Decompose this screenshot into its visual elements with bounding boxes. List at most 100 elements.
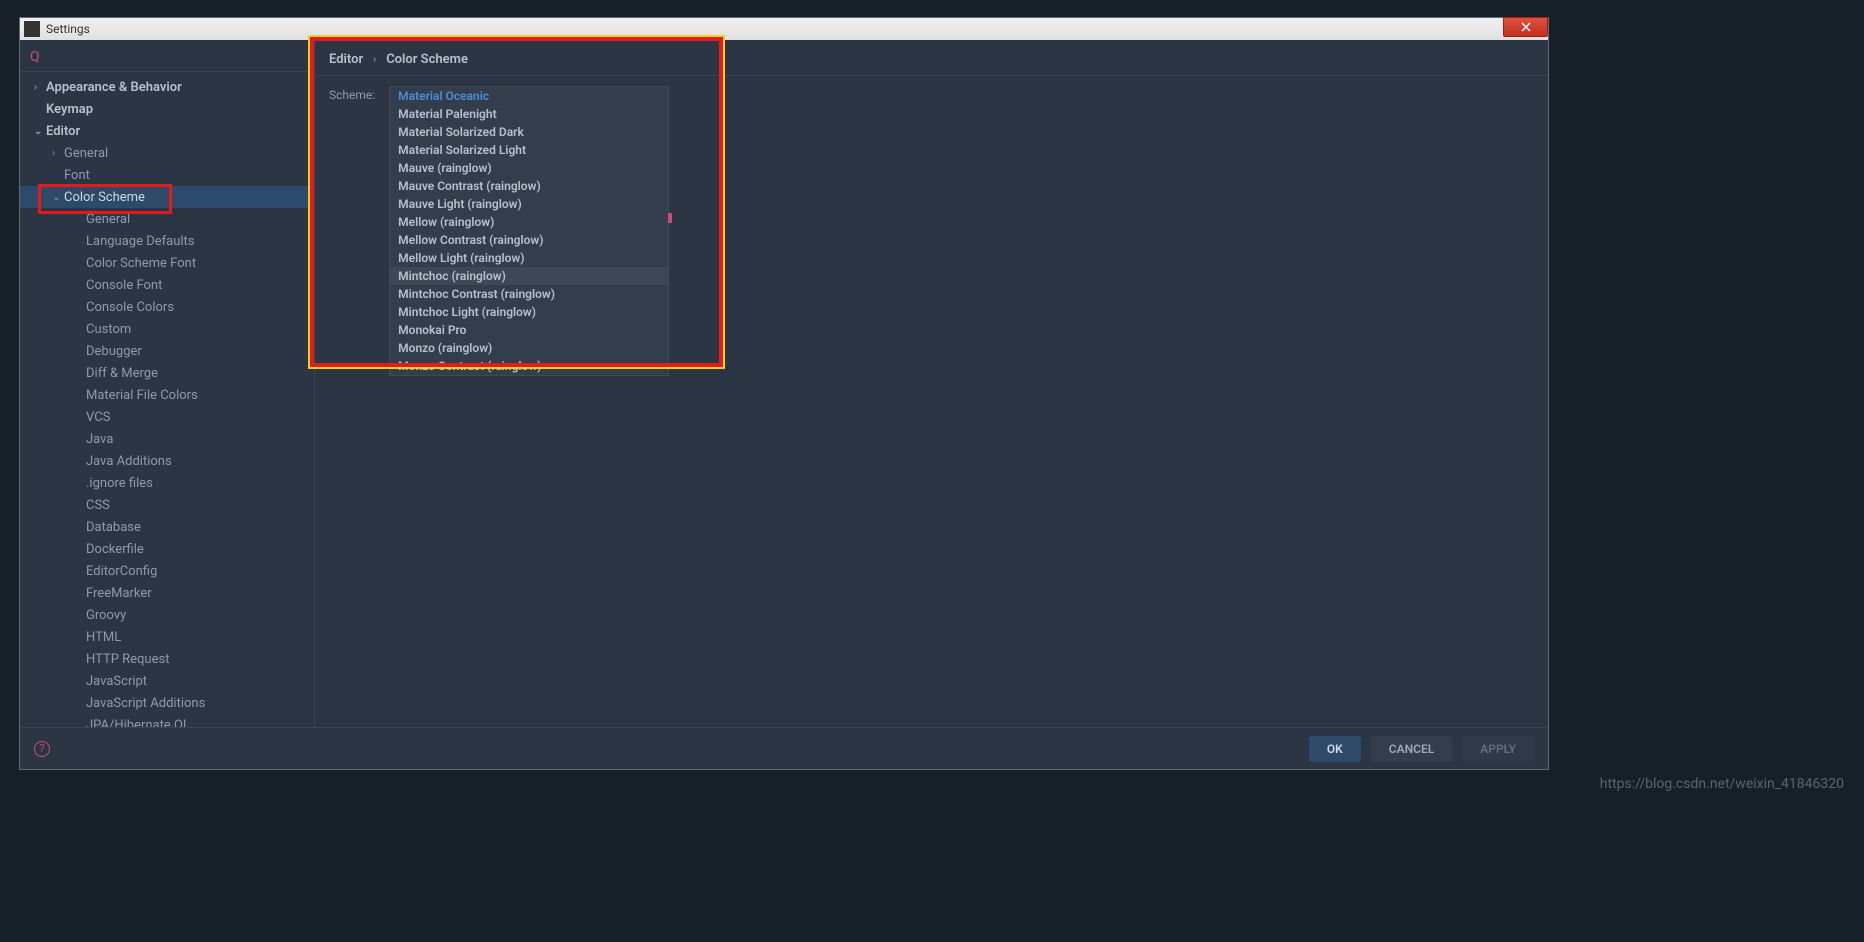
ok-button[interactable]: OK [1309,736,1361,762]
tree-item-label: General [64,146,108,161]
tree-item-label: Debugger [86,344,142,359]
chevron-right-icon: › [52,148,64,159]
breadcrumb-part: Color Scheme [386,52,468,67]
tree-item-label: JavaScript [86,674,147,689]
tree-item[interactable]: Material File Colors [20,384,314,406]
tree-item[interactable]: Console Colors [20,296,314,318]
footer-buttons: OK CANCEL APPLY [1309,736,1534,762]
scheme-option[interactable]: Mauve Contrast (rainglow) [390,177,668,195]
scheme-option[interactable]: Monzo Contrast (rainglow) [390,357,668,375]
window-title: Settings [46,22,90,36]
tree-item[interactable]: Java [20,428,314,450]
tree-item-label: Keymap [46,102,93,117]
scheme-option[interactable]: Mauve Light (rainglow) [390,195,668,213]
dialog-body: Q ›Appearance & BehaviorKeymap⌄Editor›Ge… [20,40,1548,730]
tree-item-label: HTML [86,630,121,645]
tree-item[interactable]: VCS [20,406,314,428]
tree-item-label: JavaScript Additions [86,696,205,711]
tree-item-label: EditorConfig [86,564,157,579]
tree-item-label: Groovy [86,608,126,623]
tree-item[interactable]: ›Appearance & Behavior [20,76,314,98]
settings-dialog: Settings Q ›Appearance & BehaviorKeymap⌄… [19,17,1549,770]
close-button[interactable] [1503,17,1548,37]
scheme-option[interactable]: Mellow (rainglow) [390,213,668,231]
app-icon [24,21,40,37]
scheme-option[interactable]: Monokai Pro [390,321,668,339]
scheme-option[interactable]: Mellow Light (rainglow) [390,249,668,267]
chevron-down-icon: ⌄ [52,192,64,203]
tree-item[interactable]: Font [20,164,314,186]
tree-item-label: Color Scheme Font [86,256,196,271]
tree-item[interactable]: Keymap [20,98,314,120]
scheme-option[interactable]: Mintchoc (rainglow) [390,267,668,285]
scheme-row: Scheme: Material OceanicMaterial Palenig… [315,76,1548,386]
cancel-button[interactable]: CANCEL [1371,736,1452,762]
scheme-option[interactable]: Material Palenight [390,105,668,123]
tree-item[interactable]: Groovy [20,604,314,626]
close-icon [1520,21,1532,33]
tree-item-label: Appearance & Behavior [46,80,182,95]
help-icon[interactable]: ? [34,741,50,757]
tree-item-label: .ignore files [86,476,153,491]
apply-button[interactable]: APPLY [1462,736,1534,762]
tree-item-label: Material File Colors [86,388,198,403]
chevron-right-icon: › [373,54,376,65]
tree-item-label: CSS [86,498,110,513]
tree-item[interactable]: Java Additions [20,450,314,472]
tree-item[interactable]: Color Scheme Font [20,252,314,274]
scheme-label: Scheme: [329,86,375,102]
scheme-option[interactable]: Mintchoc Contrast (rainglow) [390,285,668,303]
scheme-option[interactable]: Material Solarized Dark [390,123,668,141]
search-icon[interactable]: Q [30,49,40,65]
tree-item[interactable]: EditorConfig [20,560,314,582]
tree-item[interactable]: CSS [20,494,314,516]
search-row: Q [20,40,314,72]
tree-item[interactable]: Console Font [20,274,314,296]
tree-item-label: Diff & Merge [86,366,158,381]
scheme-option[interactable]: Monzo (rainglow) [390,339,668,357]
tree-item-label: Dockerfile [86,542,144,557]
scheme-option[interactable]: Material Solarized Light [390,141,668,159]
tree-item[interactable]: Diff & Merge [20,362,314,384]
settings-tree: ›Appearance & BehaviorKeymap⌄Editor›Gene… [20,72,314,730]
watermark: https://blog.csdn.net/weixin_41846320 [1600,776,1844,792]
tree-item-label: HTTP Request [86,652,169,667]
tree-item[interactable]: ›General [20,142,314,164]
tree-item[interactable]: Custom [20,318,314,340]
breadcrumb-part[interactable]: Editor [329,52,363,67]
scheme-option[interactable]: Mintchoc Light (rainglow) [390,303,668,321]
breadcrumb: Editor › Color Scheme [315,40,1548,76]
tree-item[interactable]: HTML [20,626,314,648]
tree-item[interactable]: Dockerfile [20,538,314,560]
tree-item[interactable]: Database [20,516,314,538]
scheme-option[interactable]: Mellow Contrast (rainglow) [390,231,668,249]
tree-item[interactable]: .ignore files [20,472,314,494]
tree-item[interactable]: General [20,208,314,230]
tree-item-label: Custom [86,322,131,337]
tree-item[interactable]: JavaScript [20,670,314,692]
tree-item[interactable]: ⌄Editor [20,120,314,142]
tree-item-label: General [86,212,130,227]
tree-item-label: Editor [46,124,80,139]
tree-item-label: Java [86,432,113,447]
dialog-footer: ? OK CANCEL APPLY [20,727,1548,769]
tree-item[interactable]: JavaScript Additions [20,692,314,714]
tree-item[interactable]: FreeMarker [20,582,314,604]
tree-item-label: Font [64,168,90,183]
tree-item[interactable]: Debugger [20,340,314,362]
tree-item-label: FreeMarker [86,586,152,601]
chevron-right-icon: › [34,82,46,93]
tree-item-label: Console Font [86,278,162,293]
sidebar: Q ›Appearance & BehaviorKeymap⌄Editor›Ge… [20,40,315,730]
scheme-option[interactable]: Material Oceanic [390,87,668,105]
tree-item-label: Color Scheme [64,190,145,205]
tree-item[interactable]: HTTP Request [20,648,314,670]
scheme-option[interactable]: Mauve (rainglow) [390,159,668,177]
scheme-dropdown[interactable]: Material OceanicMaterial PalenightMateri… [389,86,669,376]
scroll-indicator [668,213,672,223]
tree-item[interactable]: Language Defaults [20,230,314,252]
tree-item[interactable]: ⌄Color Scheme [20,186,314,208]
tree-item-label: Language Defaults [86,234,195,249]
tree-item-label: Console Colors [86,300,174,315]
titlebar[interactable]: Settings [20,18,1548,40]
